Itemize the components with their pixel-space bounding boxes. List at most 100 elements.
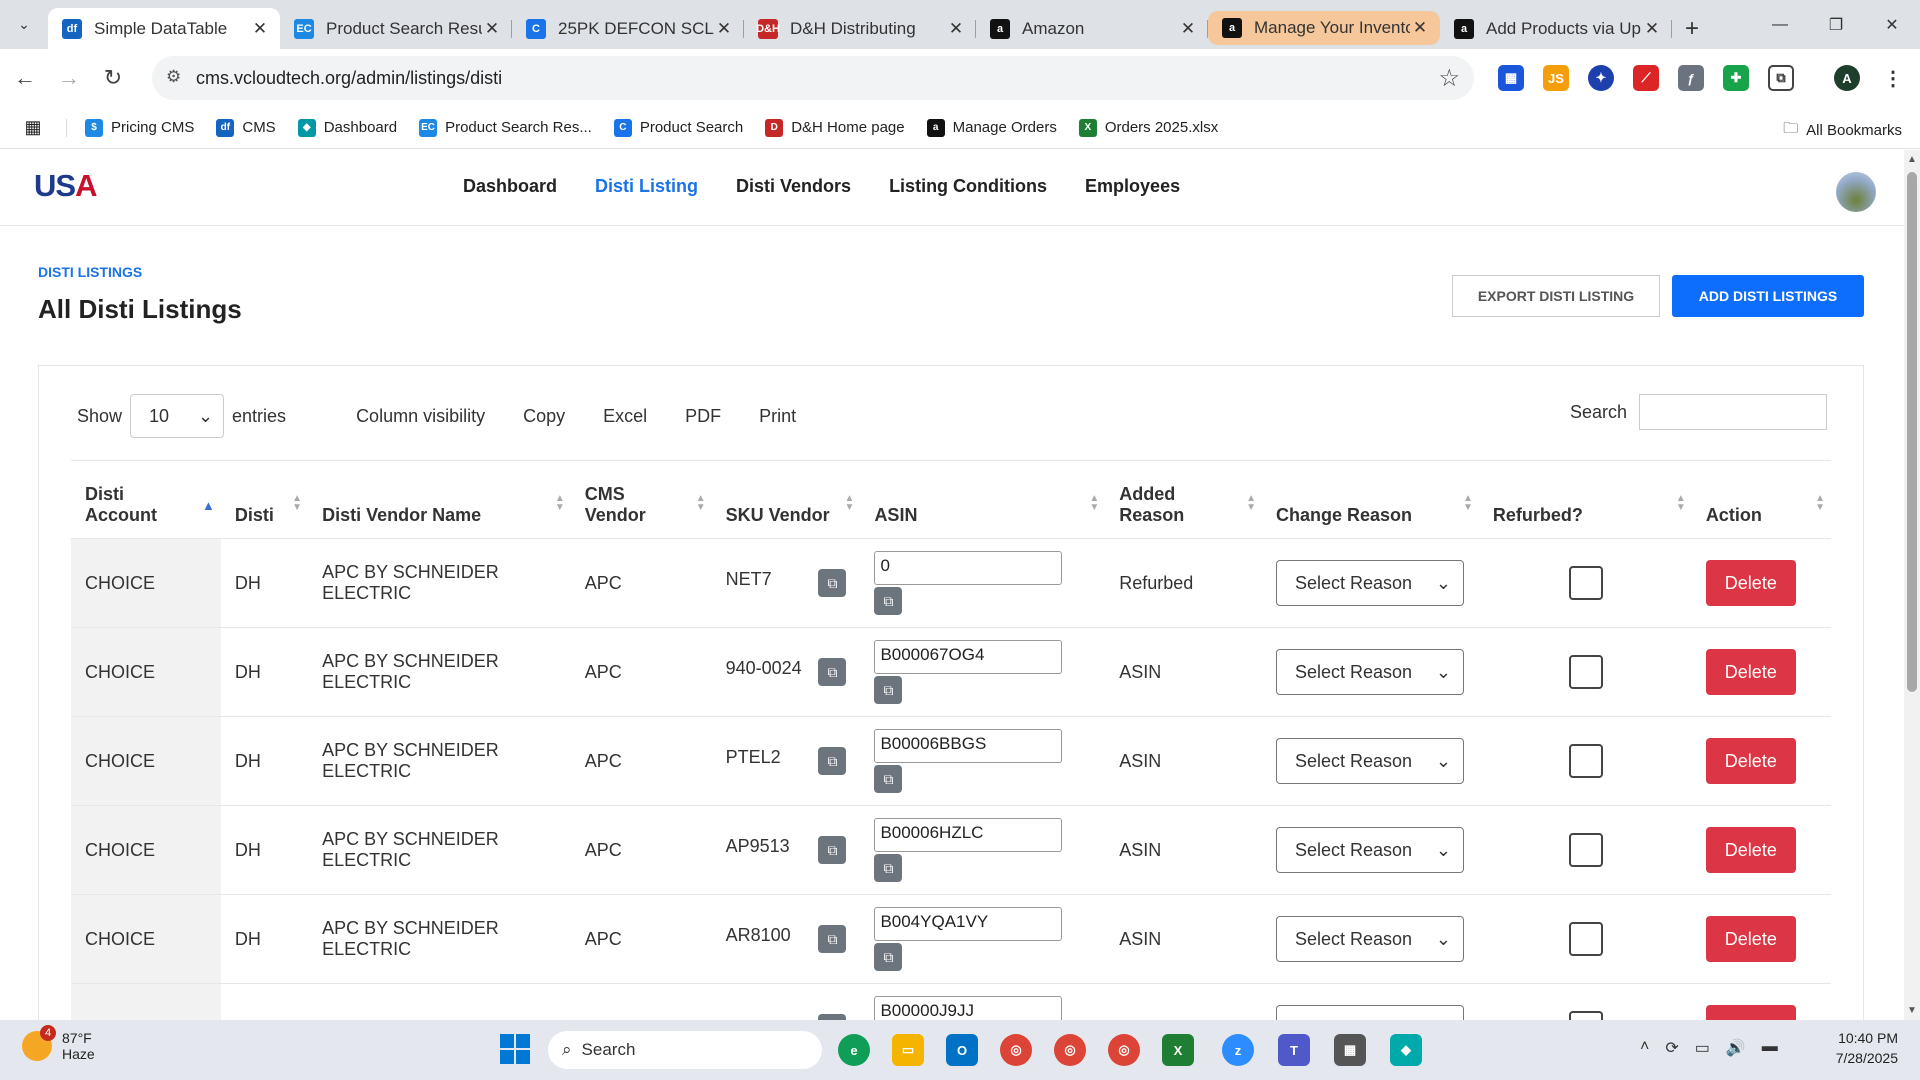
change-reason-select[interactable]: Select Reason⌄ — [1275, 560, 1464, 606]
apps-grid-icon[interactable]: ▦ — [0, 117, 66, 138]
bookmark-item[interactable]: a Manage Orders — [926, 118, 1057, 137]
forward-icon[interactable]: → — [50, 59, 88, 97]
asin-input[interactable]: B00000J9JJ — [874, 996, 1063, 1020]
minimize-icon[interactable]: ― — [1752, 0, 1808, 49]
zoom-icon[interactable]: z — [1222, 1034, 1254, 1066]
close-tab-icon[interactable]: ✕ — [1178, 19, 1198, 39]
chevron-up-icon[interactable]: ˄ — [1640, 1038, 1649, 1058]
chrome-icon[interactable]: ◎ — [1000, 1034, 1032, 1066]
browser-tab[interactable]: a Amazon ✕ — [976, 8, 1208, 49]
extension-js-icon[interactable]: JS — [1543, 65, 1569, 91]
column-header[interactable]: Refurbed? ▲ ▼ — [1478, 460, 1692, 539]
start-button[interactable] — [500, 1034, 530, 1064]
edge-icon[interactable]: e — [838, 1034, 870, 1066]
scroll-down-icon[interactable]: ▼ — [1907, 1005, 1917, 1016]
change-reason-select[interactable]: Select Reason⌄ — [1275, 916, 1464, 962]
asin-input[interactable]: B000067OG4 — [874, 640, 1063, 674]
scrollbar-thumb[interactable] — [1907, 172, 1917, 692]
breadcrumb[interactable]: DISTI LISTINGS — [38, 264, 142, 280]
extension-icon[interactable]: ƒ — [1678, 65, 1704, 91]
taskbar-search[interactable]: ⌕ Search — [548, 1031, 822, 1069]
all-bookmarks[interactable]: 🗀 All Bookmarks — [1783, 118, 1902, 143]
delete-button[interactable]: Delete — [1705, 1005, 1796, 1020]
close-tab-icon[interactable]: ✕ — [946, 19, 966, 39]
change-reason-select[interactable]: Select Reason⌄ — [1275, 649, 1464, 695]
column-header[interactable]: CMS Vendor ▲ ▼ — [570, 460, 712, 539]
refurbed-checkbox[interactable] — [1568, 1011, 1603, 1020]
nav-item-listing-conditions[interactable]: Listing Conditions — [889, 176, 1047, 197]
sync-icon[interactable]: ⟳ — [1665, 1038, 1678, 1058]
battery-icon[interactable]: ▬ — [1762, 1038, 1778, 1058]
profile-avatar[interactable]: A — [1834, 65, 1860, 91]
browser-tab[interactable]: a Add Products via Up ✕ — [1440, 8, 1672, 49]
bookmark-item[interactable]: EC Product Search Res... — [419, 118, 592, 137]
table-column-visibility-button[interactable]: Column visibility — [356, 406, 485, 427]
asin-input[interactable]: B00006HZLC — [874, 818, 1063, 852]
close-tab-icon[interactable]: ✕ — [1642, 19, 1662, 39]
copy-asin-icon[interactable]: ⧉ — [874, 943, 903, 971]
bookmark-item[interactable]: $ Pricing CMS — [85, 118, 194, 137]
search-input[interactable] — [1639, 394, 1827, 430]
volume-icon[interactable]: 🔊 — [1726, 1038, 1746, 1058]
refurbed-checkbox[interactable] — [1568, 566, 1603, 600]
column-header[interactable]: Change Reason ▲ ▼ — [1261, 460, 1479, 539]
refurbed-checkbox[interactable] — [1568, 833, 1603, 867]
delete-button[interactable]: Delete — [1705, 738, 1796, 784]
site-info-icon[interactable]: ⚙ — [166, 67, 181, 87]
excel-icon[interactable]: X — [1162, 1034, 1194, 1066]
close-tab-icon[interactable]: ✕ — [482, 19, 502, 39]
nav-item-dashboard[interactable]: Dashboard — [463, 176, 557, 197]
extension-icon[interactable]: ✦ — [1588, 65, 1614, 91]
bookmark-item[interactable]: D D&H Home page — [765, 118, 905, 137]
asin-input[interactable]: 0 — [874, 551, 1063, 585]
column-header[interactable]: Added Reason ▲ ▼ — [1105, 460, 1262, 539]
network-icon[interactable]: ▭ — [1695, 1038, 1710, 1058]
refurbed-checkbox[interactable] — [1568, 655, 1603, 689]
bookmark-item[interactable]: X Orders 2025.xlsx — [1078, 118, 1218, 137]
extension-icon[interactable]: ✚ — [1723, 65, 1749, 91]
entries-select[interactable]: 10 ⌄ — [130, 394, 225, 438]
page-scrollbar[interactable]: ▲ ▼ — [1904, 150, 1920, 1020]
bookmark-star-icon[interactable]: ☆ — [1438, 64, 1460, 93]
export-disti-listing-button[interactable]: EXPORT DISTI LISTING — [1452, 275, 1660, 317]
column-header[interactable]: Action ▲ ▼ — [1691, 460, 1831, 539]
add-disti-listings-button[interactable]: ADD DISTI LISTINGS — [1672, 275, 1864, 317]
asin-input[interactable]: B004YQA1VY — [874, 907, 1063, 941]
chrome-profile-icon[interactable]: ◎ — [1054, 1034, 1086, 1066]
weather-widget[interactable]: 4 87°F Haze — [22, 1025, 95, 1062]
nav-item-disti-vendors[interactable]: Disti Vendors — [736, 176, 851, 197]
close-tab-icon[interactable]: ✕ — [714, 19, 734, 39]
restore-icon[interactable]: ❐ — [1808, 0, 1864, 49]
copy-asin-icon[interactable]: ⧉ — [874, 676, 903, 704]
copy-sku-icon[interactable]: ⧉ — [818, 569, 847, 597]
column-header[interactable]: Disti Vendor Name ▲ ▼ — [308, 460, 571, 539]
change-reason-select[interactable]: Select Reason⌄ — [1275, 1005, 1464, 1020]
bookmark-item[interactable]: C Product Search — [613, 118, 743, 137]
change-reason-select[interactable]: Select Reason⌄ — [1275, 827, 1464, 873]
asin-input[interactable]: B00006BBGS — [874, 729, 1063, 763]
address-bar[interactable]: ⚙ cms.vcloudtech.org/admin/listings/dist… — [152, 56, 1474, 100]
reload-icon[interactable]: ↻ — [94, 59, 132, 97]
close-tab-icon[interactable]: ✕ — [1410, 18, 1430, 38]
copy-asin-icon[interactable]: ⧉ — [874, 587, 903, 615]
back-icon[interactable]: ← — [6, 59, 44, 97]
table-excel-button[interactable]: Excel — [603, 406, 647, 427]
copy-sku-icon[interactable]: ⧉ — [818, 747, 847, 775]
file-explorer-icon[interactable]: ▭ — [892, 1034, 924, 1066]
extension-pdf-icon[interactable]: ⟋ — [1633, 65, 1659, 91]
change-reason-select[interactable]: Select Reason⌄ — [1275, 738, 1464, 784]
column-header[interactable]: Disti Account ▲ — [71, 460, 221, 539]
delete-button[interactable]: Delete — [1705, 827, 1796, 873]
browser-menu-icon[interactable]: ⋮ — [1880, 65, 1906, 91]
app-icon[interactable]: ◆ — [1390, 1034, 1422, 1066]
copy-asin-icon[interactable]: ⧉ — [874, 854, 903, 882]
refurbed-checkbox[interactable] — [1568, 744, 1603, 778]
copy-sku-icon[interactable]: ⧉ — [818, 836, 847, 864]
close-tab-icon[interactable]: ✕ — [250, 19, 270, 39]
browser-tab[interactable]: a Manage Your Invento ✕ — [1208, 11, 1440, 45]
nav-item-disti-listing[interactable]: Disti Listing — [595, 176, 698, 197]
delete-button[interactable]: Delete — [1705, 916, 1796, 962]
chrome-profile-icon[interactable]: ◎ — [1108, 1034, 1140, 1066]
column-header[interactable]: ASIN ▲ ▼ — [860, 460, 1106, 539]
extensions-puzzle-icon[interactable]: ⧉ — [1768, 65, 1794, 91]
